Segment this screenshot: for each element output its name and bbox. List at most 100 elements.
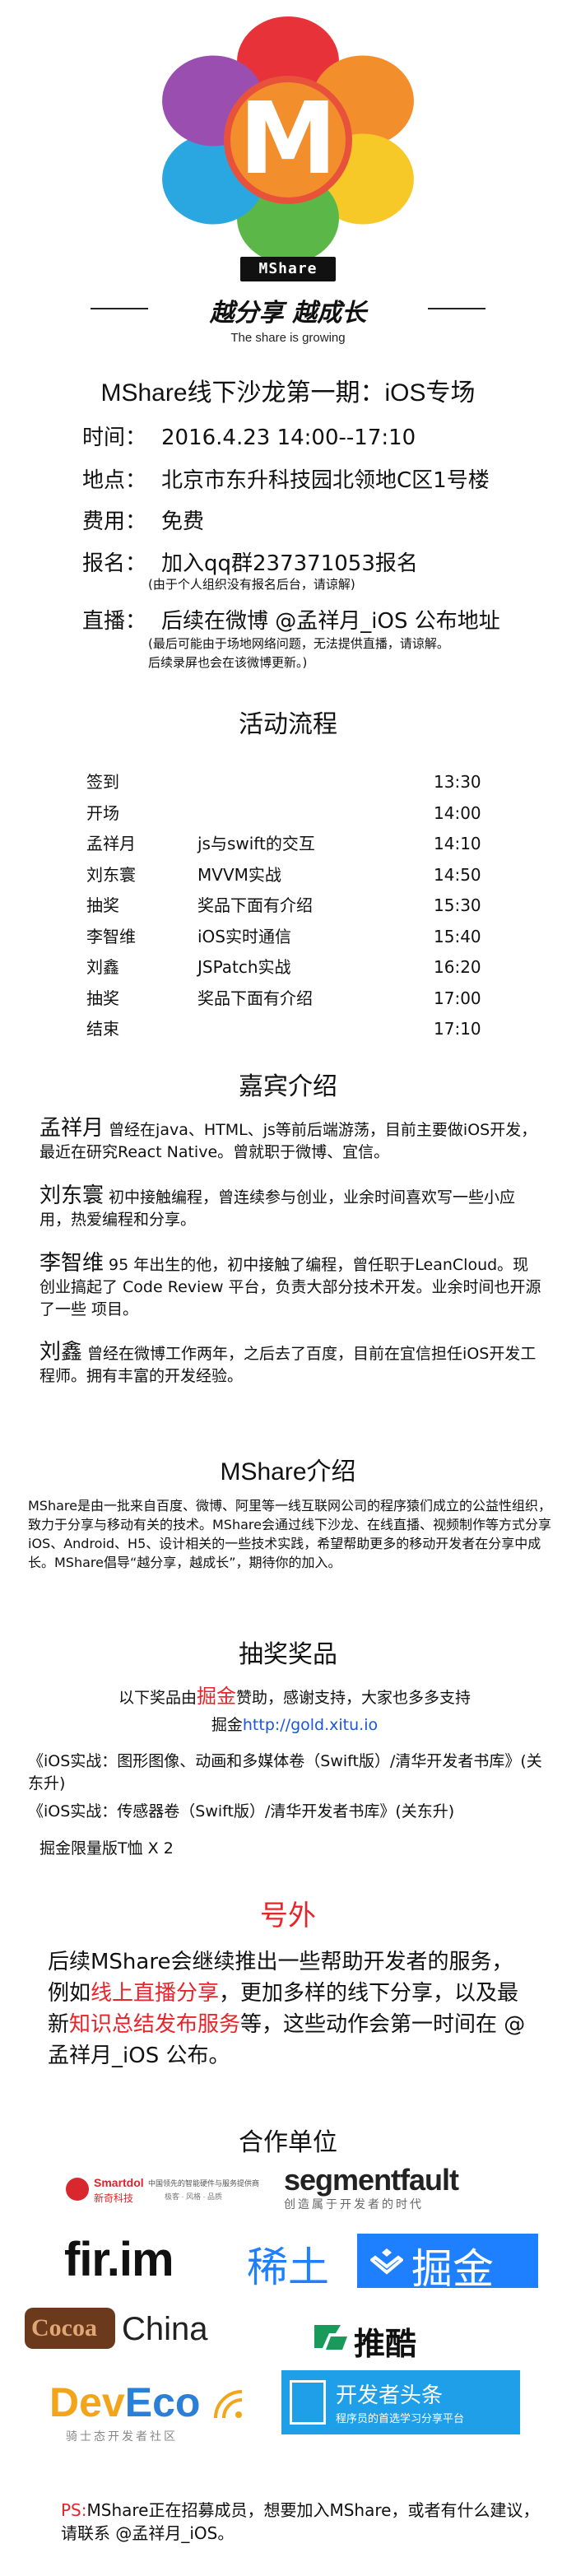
info-time-key: 时间： [82,425,147,450]
extra-text: 后续MShare会继续推出一些帮助开发者的服务，例如线上直播分享，更加多样的线下… [48,1946,533,2071]
info-fee: 费用： 免费 [82,508,204,536]
wifi-icon [214,2390,243,2419]
xitu-logo: 稀土 [247,2244,329,2290]
juejin-icon [370,2248,403,2275]
smartdol-tagline-2: 极客 · 风格 · 品质 [165,2192,222,2201]
guest-name: 刘东寰 [39,1183,105,1208]
prize-item: 《iOS实战：传感器卷（Swift版）/清华开发者书库》(关东升) [28,1802,455,1820]
schedule-time: 14:50 [434,864,481,885]
smartdol-name: Smartdol [94,2176,144,2189]
slogan: 越分享 越成长 [209,299,367,328]
segmentfault-logo: segmentfault 创造属于开发者的时代 [284,2163,523,2212]
prize-sponsor-link-line: 掘金http://gold.xitu.io [39,1714,550,1737]
schedule-row: 李智维 iOS实时通信 15:40 [86,924,498,949]
schedule-speaker: 开场 [86,802,119,823]
schedule-row: 刘鑫 JSPatch实战 16:20 [86,955,498,979]
schedule-row: 结束 17:10 [86,1016,498,1041]
schedule-time: 15:30 [434,895,481,915]
guest-item: 李智维 95 年出生的他，初中接触了编程，曾任职于LeanCloud。现创业搞起… [39,1253,541,1321]
schedule-speaker: 孟祥月 [86,834,136,853]
guest-item: 孟祥月 曾经在java、HTML、js等前后端游荡，目前主要做iOS开发，最近在… [39,1118,541,1164]
schedule-topic: 奖品下面有介绍 [197,895,313,915]
juejin-logo: 掘金 [357,2234,538,2292]
schedule-row: 开场 14:00 [86,801,498,825]
schedule-row: 抽奖 奖品下面有介绍 17:00 [86,986,498,1011]
ps-label: PS: [61,2500,87,2520]
schedule-time: 14:10 [434,834,481,853]
schedule-topic: MVVM实战 [197,864,281,885]
schedule-heading: 活动流程 [239,711,337,738]
guest-bio: 曾经在微博工作两年，之后去了百度，目前在宜信担任iOS开发工程师。拥有丰富的开发… [39,1345,537,1385]
toutiao-logo: 开发者头条 程序员的首选学习分享平台 [281,2370,520,2434]
guest-bio: 初中接触编程，曾连续参与创业，业余时间喜欢写一些小应用，热爱编程和分享。 [39,1188,516,1229]
guest-name: 刘鑫 [39,1340,83,1365]
schedule-row: 抽奖 奖品下面有介绍 15:30 [86,893,498,918]
segmentfault-name: segmentfault [284,2163,459,2197]
info-fee-val: 免费 [161,509,205,534]
toutiao-tagline: 程序员的首选学习分享平台 [336,2412,465,2425]
sponsor-text: 以下奖品由 [118,1689,197,1707]
schedule-time: 17:00 [434,988,481,1008]
deveco-logo: DevEco 骑士态开发者社区 [49,2378,263,2444]
info-live: 直播： 后续在微博 @孟祥月_iOS 公布地址 [82,607,500,635]
info-place-key: 地点： [82,468,147,493]
slogan-en: The share is growing [230,331,346,345]
info-time-val: 2016.4.23 14:00--17:10 [161,425,416,450]
juejin-name: 掘金 [411,2246,494,2292]
schedule-speaker: 抽奖 [86,895,119,915]
mshare-logo: M [162,16,414,263]
guest-item: 刘鑫 曾经在微博工作两年，之后去了百度，目前在宜信担任iOS开发工程师。拥有丰富… [39,1341,541,1388]
toutiao-name: 开发者头条 [336,2383,444,2407]
toutiao-icon [290,2380,326,2425]
info-place-val: 北京市东升科技园北领地C区1号楼 [161,468,490,493]
deveco-name: DevEco [49,2379,201,2425]
schedule-topic: iOS实时通信 [197,926,291,946]
smartdol-mark-icon [66,2178,89,2201]
schedule-topic: js与swift的交互 [197,834,315,853]
cocoachina-logo: Cocoa China [25,2304,230,2354]
page-title: MShare线下沙龙第一期：iOS专场 [100,379,476,407]
info-live-key: 直播： [82,609,147,634]
info-place: 地点： 北京市东升科技园北领地C区1号楼 [82,467,490,495]
extra-highlight: 知识总结发布服务 [69,2012,241,2037]
ps-note: PS:MShare正在招募成员，想要加入MShare，或者有什么建议，请联系 @… [61,2499,546,2545]
ps-text: MShare正在招募成员，想要加入MShare，或者有什么建议，请联系 @孟祥月… [61,2500,540,2543]
tuicool-logo: 推酷 [311,2317,476,2362]
info-fee-key: 费用： [82,509,147,534]
extra-heading: 号外 [260,1900,316,1932]
schedule-speaker: 签到 [86,772,119,792]
info-signup-val: 加入qq群237371053报名 [161,551,418,576]
schedule-topic: JSPatch实战 [197,957,291,977]
schedule-speaker: 刘鑫 [86,957,119,977]
guest-name: 孟祥月 [39,1116,105,1141]
partners-heading: 合作单位 [239,2129,337,2156]
live-note-2: 后续录屏也会在该微博更新。) [148,655,308,670]
schedule-time: 16:20 [434,957,481,977]
about-text: MShare是由一批来自百度、微博、阿里等一线互联网公司的程序猿们成立的公益性组… [28,1498,551,1570]
schedule-row: 孟祥月 js与swift的交互 14:10 [86,831,498,856]
signup-note: (由于个人组织没有报名后台，请谅解) [148,577,355,592]
firim-logo: fir.im [64,2233,174,2286]
schedule-time: 14:00 [434,802,481,823]
sponsor-text: 掘金 [211,1716,243,1734]
sponsor-link[interactable]: http://gold.xitu.io [243,1716,378,1734]
mshare-tag: MShare [240,257,336,281]
cocoa-name: Cocoa [31,2314,97,2341]
live-note-1: (最后可能由于场地网络问题，无法提供直播，请谅解。 [148,636,449,651]
about-heading: MShare介绍 [220,1458,356,1486]
smartdol-cn: 新奇科技 [94,2192,134,2204]
smartdol-tagline: 中国领先的智能硬件与服务提供商 [148,2179,260,2188]
info-live-val: 后续在微博 @孟祥月_iOS 公布地址 [161,609,500,634]
guest-item: 刘东寰 初中接触编程，曾连续参与创业，业余时间喜欢写一些小应用，热爱编程和分享。 [39,1185,541,1231]
sponsor-text: 赞助，感谢支持，大家也多多支持 [236,1689,471,1707]
schedule-speaker: 刘东寰 [86,864,136,885]
guest-name: 李智维 [39,1251,105,1276]
info-signup: 报名： 加入qq群237371053报名 [82,550,418,578]
prizes-heading: 抽奖奖品 [239,1641,337,1668]
schedule-row: 刘东寰 MVVM实战 14:50 [86,863,498,887]
schedule-time: 17:10 [434,1019,481,1039]
prize-item: 《iOS实战：图形图像、动画和多媒体卷（Swift版）/清华开发者书库》(关东升… [28,1752,542,1793]
guest-bio: 95 年出生的他，初中接触了编程，曾任职于LeanCloud。现创业搞起了 Co… [39,1256,541,1318]
tuicool-icon [314,2325,347,2350]
smartdol-logo: Smartdol 新奇科技 中国领先的智能硬件与服务提供商 极客 · 风格 · … [66,2174,263,2211]
